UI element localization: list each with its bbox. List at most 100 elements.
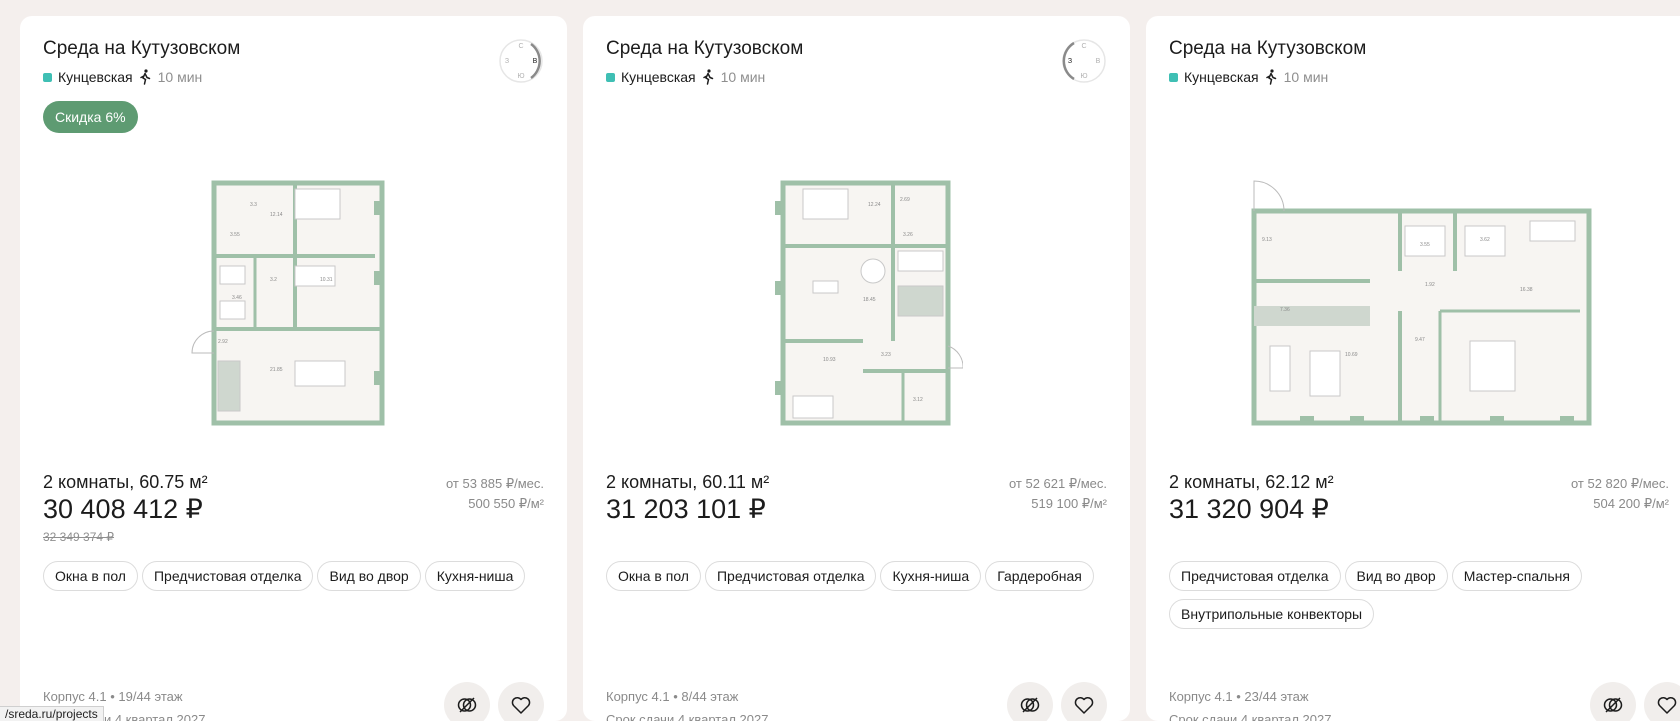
old-price: 32 349 374 ₽: [43, 530, 115, 544]
compass-south: Ю: [1080, 73, 1087, 80]
feature-tag[interactable]: Мастер-спальня: [1451, 561, 1582, 591]
feature-tag[interactable]: Гардеробная: [985, 561, 1094, 591]
feature-tag[interactable]: Предчистовая отделка: [704, 561, 877, 591]
compass-icon: С В Ю З: [1062, 39, 1106, 83]
project-title[interactable]: Среда на Кутузовском: [606, 38, 803, 60]
metro-info: Кунцевская 10 мин: [606, 69, 765, 85]
favorite-button[interactable]: [1061, 682, 1107, 721]
building-floor: Корпус 4.1 • 23/44 этаж: [1169, 689, 1309, 704]
feature-tag[interactable]: Вид во двор: [317, 561, 421, 591]
compare-button[interactable]: [444, 682, 490, 721]
price: 30 408 412 ₽: [43, 494, 203, 524]
monthly-payment: от 53 885 ₽/мес.: [445, 476, 544, 491]
room-area: 18.45: [863, 297, 876, 303]
floor-plan[interactable]: 9.13 3.55 3.62 1.92 16.38 7.36 9.47 10.6…: [1240, 161, 1600, 441]
apartment-card[interactable]: Среда на Кутузовском Кунцевская 10 мин С…: [20, 16, 567, 721]
room-area: 3.2: [270, 277, 277, 283]
apartment-card[interactable]: Среда на Кутузовском Кунцевская 10 мин С…: [583, 16, 1130, 721]
favorite-button[interactable]: [1644, 682, 1680, 721]
building-floor: Корпус 4.1 • 8/44 этаж: [606, 689, 739, 704]
compass-south: Ю: [517, 73, 524, 80]
project-title[interactable]: Среда на Кутузовском: [1169, 38, 1366, 60]
compare-icon: [457, 697, 477, 713]
rooms-area: 2 комнаты, 60.11 м²: [606, 472, 770, 492]
rooms-area: 2 комнаты, 60.75 м²: [43, 472, 208, 492]
compass-icon: С В Ю З: [499, 39, 543, 83]
monthly-payment: от 52 820 ₽/мес.: [1570, 476, 1669, 491]
floor-plan[interactable]: 12.24 2.69 3.26 18.45 10.93 3.23 3.12: [763, 161, 963, 441]
room-area: 10.93: [823, 357, 836, 363]
compare-icon: [1603, 697, 1623, 713]
price: 31 203 101 ₽: [606, 494, 766, 524]
compass-north: С: [1081, 43, 1086, 50]
room-area: 12.14: [270, 212, 283, 218]
feature-tag[interactable]: Вид во двор: [1344, 561, 1448, 591]
room-area: 3.23: [881, 352, 891, 358]
room-area: 16.38: [1520, 287, 1533, 293]
compass-west: З: [1068, 58, 1072, 65]
feature-tag[interactable]: Внутрипольные конвекторы: [1169, 599, 1375, 629]
walking-icon: [1265, 69, 1276, 85]
compass-west: З: [505, 58, 509, 65]
room-area: 9.47: [1415, 337, 1425, 343]
metro-line-icon: [606, 72, 615, 82]
metro-station: Кунцевская: [621, 69, 696, 85]
price-per-sqm: 504 200 ₽/м²: [1593, 496, 1669, 511]
price-per-sqm: 519 100 ₽/м²: [1031, 496, 1107, 511]
room-area: 3.3: [250, 202, 257, 208]
room-area: 9.13: [1262, 237, 1272, 243]
heart-icon: [511, 697, 531, 714]
room-area: 12.24: [868, 202, 881, 208]
room-area: 10.31: [320, 277, 333, 283]
metro-line-icon: [43, 72, 52, 82]
feature-tags: Окна в пол Предчистовая отделка Кухня-ни…: [606, 561, 1106, 591]
walking-icon: [702, 69, 713, 85]
room-area: 21.85: [270, 367, 283, 373]
metro-info: Кунцевская 10 мин: [1169, 69, 1328, 85]
completion-date: Срок сдачи 4 квартал 2027: [1169, 712, 1332, 721]
room-area: 3.55: [230, 232, 240, 238]
apartment-cards-list: Среда на Кутузовском Кунцевская 10 мин С…: [20, 16, 1680, 721]
rooms-area: 2 комнаты, 62.12 м²: [1169, 472, 1334, 492]
building-floor: Корпус 4.1 • 19/44 этаж: [43, 689, 183, 704]
feature-tag[interactable]: Окна в пол: [606, 561, 701, 591]
feature-tag[interactable]: Кухня-ниша: [880, 561, 982, 591]
walk-time: 10 мин: [1283, 69, 1329, 85]
feature-tag[interactable]: Кухня-ниша: [424, 561, 526, 591]
compare-button[interactable]: [1007, 682, 1053, 721]
project-title[interactable]: Среда на Кутузовском: [43, 38, 240, 60]
compare-button[interactable]: [1590, 682, 1636, 721]
discount-badge: Скидка 6%: [43, 101, 138, 133]
walk-time: 10 мин: [720, 69, 766, 85]
completion-date: Срок сдачи 4 квартал 2027: [606, 712, 769, 721]
room-area: 3.62: [1480, 237, 1490, 243]
room-area: 2.92: [218, 339, 228, 345]
price: 31 320 904 ₽: [1169, 494, 1329, 524]
feature-tag[interactable]: Окна в пол: [43, 561, 138, 591]
metro-station: Кунцевская: [58, 69, 133, 85]
compass-east: В: [1096, 58, 1101, 65]
feature-tag[interactable]: Предчистовая отделка: [1169, 561, 1341, 591]
room-area: 1.92: [1425, 282, 1435, 288]
price-per-sqm: 500 550 ₽/м²: [468, 496, 544, 511]
walk-time: 10 мин: [157, 69, 203, 85]
walking-icon: [139, 69, 150, 85]
room-area: 2.69: [900, 197, 910, 203]
feature-tags: Окна в пол Предчистовая отделка Вид во д…: [43, 561, 543, 591]
status-bar-url: /sreda.ru/projects: [0, 706, 104, 721]
room-area: 3.55: [1420, 242, 1430, 248]
room-area: 7.36: [1280, 307, 1290, 313]
heart-icon: [1074, 697, 1094, 714]
feature-tag[interactable]: Предчистовая отделка: [141, 561, 314, 591]
metro-line-icon: [1169, 72, 1178, 82]
metro-info: Кунцевская 10 мин: [43, 69, 202, 85]
heart-icon: [1657, 697, 1677, 714]
floor-plan[interactable]: 3.3 12.14 3.55 3.2 10.31 3.46 2.92 21.85: [190, 161, 400, 441]
feature-tags: Предчистовая отделка Вид во двор Мастер-…: [1169, 561, 1609, 629]
room-area: 3.12: [913, 397, 923, 403]
favorite-button[interactable]: [498, 682, 544, 721]
apartment-card[interactable]: Среда на Кутузовском Кунцевская 10 мин 9…: [1146, 16, 1680, 721]
compare-icon: [1020, 697, 1040, 713]
compass-east: В: [533, 58, 538, 65]
monthly-payment: от 52 621 ₽/мес.: [1008, 476, 1107, 491]
